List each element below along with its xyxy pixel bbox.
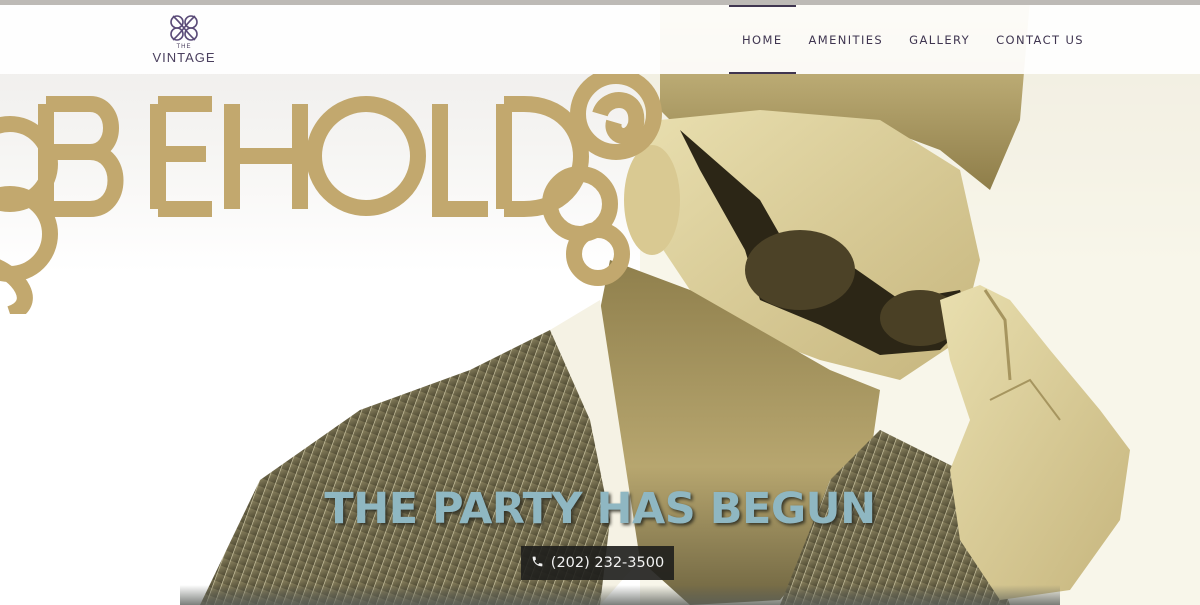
nav-contact-us[interactable]: CONTACT US <box>983 5 1097 74</box>
phone-button[interactable]: (202) 232-3500 <box>521 546 674 580</box>
main-nav: HOME AMENITIES GALLERY CONTACT US <box>729 5 1097 74</box>
logo-monogram-icon <box>170 15 198 41</box>
nav-gallery[interactable]: GALLERY <box>896 5 983 74</box>
nav-amenities[interactable]: AMENITIES <box>796 5 897 74</box>
behold-graphic <box>0 74 662 314</box>
nav-home[interactable]: HOME <box>729 5 796 74</box>
page: THE PARTY HAS BEGUN (202) 232-3500 THE V… <box>0 0 1200 605</box>
phone-icon <box>531 555 544 572</box>
site-header: THE VINTAGE HOME AMENITIES GALLERY CONTA… <box>0 5 1200 74</box>
hero-section: THE PARTY HAS BEGUN (202) 232-3500 <box>0 0 1200 605</box>
hero-tagline: THE PARTY HAS BEGUN <box>324 484 876 534</box>
logo-name: VINTAGE <box>152 50 216 65</box>
phone-number: (202) 232-3500 <box>550 555 665 571</box>
site-logo[interactable]: THE VINTAGE <box>150 12 218 68</box>
city-skyline <box>180 585 1060 605</box>
